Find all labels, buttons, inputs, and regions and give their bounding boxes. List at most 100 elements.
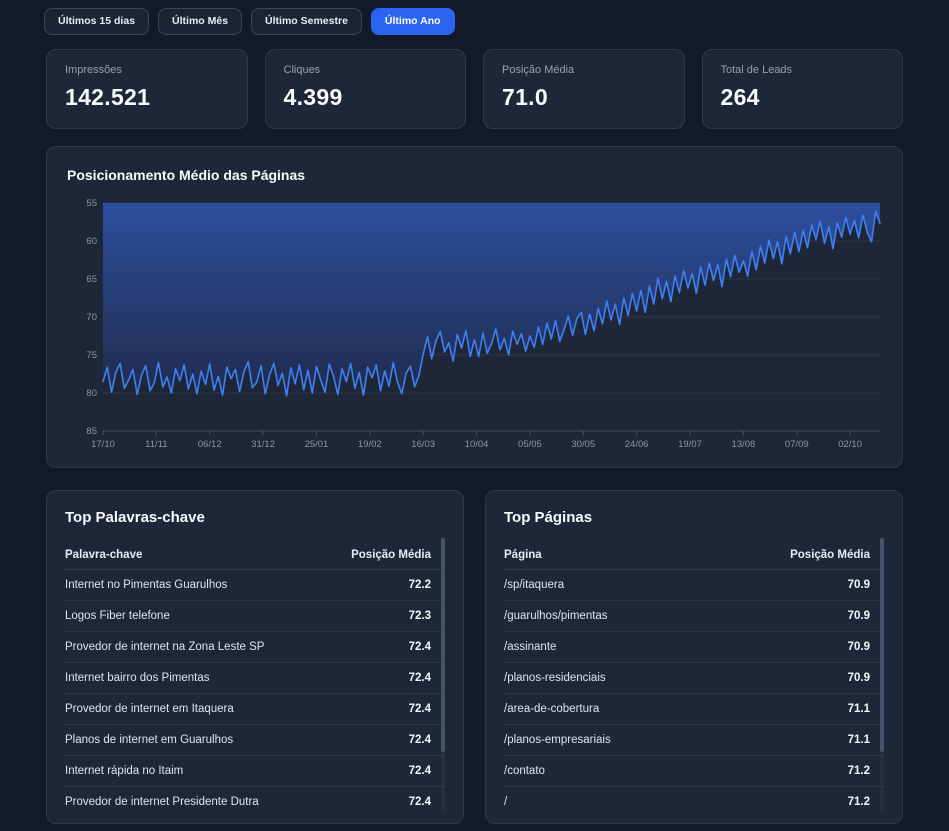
table-cell-value: 72.4 <box>409 796 431 808</box>
stat-card-cliques: Cliques 4.399 <box>265 49 467 129</box>
filter-button-ultimo-semestre[interactable]: Último Semestre <box>251 8 362 35</box>
table-cell-name: Logos Fiber telefone <box>65 610 170 622</box>
stat-value: 264 <box>721 84 885 111</box>
stat-value: 142.521 <box>65 84 229 111</box>
table-cell-name: / <box>504 796 507 808</box>
table-cell-name: /area-de-cobertura <box>504 703 599 715</box>
table-row: Internet rápida no Itaim 72.4 <box>65 756 445 787</box>
table-cell-value: 71.2 <box>848 796 870 808</box>
table-cell-name: Provedor de internet Presidente Dutra <box>65 796 259 808</box>
table-cell-value: 72.4 <box>409 734 431 746</box>
svg-text:60: 60 <box>86 236 97 247</box>
stat-card-impressoes: Impressões 142.521 <box>46 49 248 129</box>
table-cell-value: 72.3 <box>409 610 431 622</box>
top-pages-card: Top Páginas Página Posição Média /sp/ita… <box>485 490 903 824</box>
column-header-keyword: Palavra-chave <box>65 549 142 561</box>
svg-text:02/10: 02/10 <box>838 439 862 450</box>
chart-card: Posicionamento Médio das Páginas 55 60 65 7… <box>46 146 903 468</box>
stat-value: 4.399 <box>284 84 448 111</box>
svg-text:55: 55 <box>86 198 97 209</box>
filter-button-ultimos-15-dias[interactable]: Últimos 15 dias <box>44 8 149 35</box>
table-cell-name: /contato <box>504 765 545 777</box>
table-cell-value: 70.9 <box>848 610 870 622</box>
table-row: Provedor de internet na Zona Leste SP 72.… <box>65 632 445 663</box>
table-cell-name: Internet no Pimentas Guarulhos <box>65 579 227 591</box>
table-row: Internet bairro dos Pimentas72.4 <box>65 663 445 694</box>
table-cell-name: Provedor de internet na Zona Leste SP <box>65 641 264 653</box>
table-cell-name: Planos de internet em Guarulhos <box>65 734 233 746</box>
filter-button-ultimo-mes[interactable]: Último Mês <box>158 8 242 35</box>
table-cell-name: /planos-empresariais <box>504 734 611 746</box>
table-cell-name: /assinante <box>504 641 556 653</box>
table-cell-value: 72.4 <box>409 703 431 715</box>
svg-text:30/05: 30/05 <box>571 439 595 450</box>
stat-card-posicao-media: Posição Média 71.0 <box>483 49 685 129</box>
svg-text:16/03: 16/03 <box>411 439 435 450</box>
table-row: Planos de internet em Guarulhos 72.4 <box>65 725 445 756</box>
table-row: /contato 71.2 <box>504 756 884 787</box>
svg-text:85: 85 <box>86 426 97 437</box>
table-cell-name: Internet bairro dos Pimentas <box>65 672 209 684</box>
scrollbar-thumb[interactable] <box>441 538 445 752</box>
stat-label: Total de Leads <box>721 64 885 76</box>
svg-text:25/01: 25/01 <box>305 439 329 450</box>
table-row: Provedor de internet Presidente Dutra 72.… <box>65 787 445 817</box>
table-cell-name: /guarulhos/pimentas <box>504 610 608 622</box>
svg-text:06/12: 06/12 <box>198 439 222 450</box>
table-cell-value: 70.9 <box>848 672 870 684</box>
svg-text:10/04: 10/04 <box>465 439 489 450</box>
table-cell-value: 71.1 <box>848 734 870 746</box>
table-cell-value: 72.4 <box>409 765 431 777</box>
table-cell-name: Provedor de internet em Itaquera <box>65 703 234 715</box>
dashboard: Últimos 15 dias Último Mês Último Semest… <box>0 0 949 824</box>
table-title: Top Páginas <box>504 509 884 526</box>
stats-row: Impressões 142.521 Cliques 4.399 Posição… <box>46 49 903 129</box>
table-scrollbar[interactable] <box>880 538 884 811</box>
table-title: Top Palavras-chave <box>65 509 445 526</box>
scrollbar-thumb[interactable] <box>880 538 884 752</box>
filter-button-ultimo-ano[interactable]: Último Ano <box>371 8 455 35</box>
top-keywords-card: Top Palavras-chave Palavra-chave Posição… <box>46 490 464 824</box>
chart-title: Posicionamento Médio das Páginas <box>67 167 882 183</box>
table-row: /sp/itaquera 70.9 <box>504 570 884 601</box>
svg-text:70: 70 <box>86 312 97 323</box>
svg-text:19/02: 19/02 <box>358 439 382 450</box>
table-row: /guarulhos/pimentas 70.9 <box>504 601 884 632</box>
stat-label: Cliques <box>284 64 448 76</box>
column-header-position: Posição Média <box>351 549 431 561</box>
position-line-chart[interactable]: 5560657075808517/1011/1106/1231/1225/011… <box>67 195 882 453</box>
stat-label: Posição Média <box>502 64 666 76</box>
table-cell-value: 70.9 <box>848 579 870 591</box>
table-cell-name: /planos-residenciais <box>504 672 606 684</box>
stat-card-total-de-leads: Total de Leads 264 <box>702 49 904 129</box>
table-cell-value: 72.4 <box>409 641 431 653</box>
table-row: /planos-residenciais 70.9 <box>504 663 884 694</box>
svg-text:13/08: 13/08 <box>731 439 755 450</box>
table-row: /area-de-cobertura 71.1 <box>504 694 884 725</box>
table-body[interactable]: Internet no Pimentas Guarulhos 72.2 Logos … <box>65 570 445 817</box>
svg-text:19/07: 19/07 <box>678 439 702 450</box>
svg-text:75: 75 <box>86 350 97 361</box>
table-row: /assinante 70.9 <box>504 632 884 663</box>
table-cell-value: 72.2 <box>409 579 431 591</box>
table-header: Palavra-chave Posição Média <box>65 541 445 570</box>
table-header: Página Posição Média <box>504 541 884 570</box>
svg-text:05/05: 05/05 <box>518 439 542 450</box>
filter-bar: Últimos 15 dias Último Mês Último Semest… <box>44 8 903 35</box>
table-row: Logos Fiber telefone 72.3 <box>65 601 445 632</box>
table-cell-value: 71.2 <box>848 765 870 777</box>
table-cell-value: 71.1 <box>848 703 870 715</box>
column-header-position: Posição Média <box>790 549 870 561</box>
svg-text:07/09: 07/09 <box>785 439 809 450</box>
table-body[interactable]: /sp/itaquera70.9/guarulhos/pimentas70.9/… <box>504 570 884 817</box>
svg-text:80: 80 <box>86 388 97 399</box>
table-scrollbar[interactable] <box>441 538 445 811</box>
table-row: / 71.2 <box>504 787 884 817</box>
table-cell-name: Internet rápida no Itaim <box>65 765 183 777</box>
table-row: /planos-empresariais 71.1 <box>504 725 884 756</box>
table-row: Provedor de internet em Itaquera 72.4 <box>65 694 445 725</box>
svg-text:65: 65 <box>86 274 97 285</box>
stat-label: Impressões <box>65 64 229 76</box>
table-cell-value: 70.9 <box>848 641 870 653</box>
table-cell-name: /sp/itaquera <box>504 579 564 591</box>
